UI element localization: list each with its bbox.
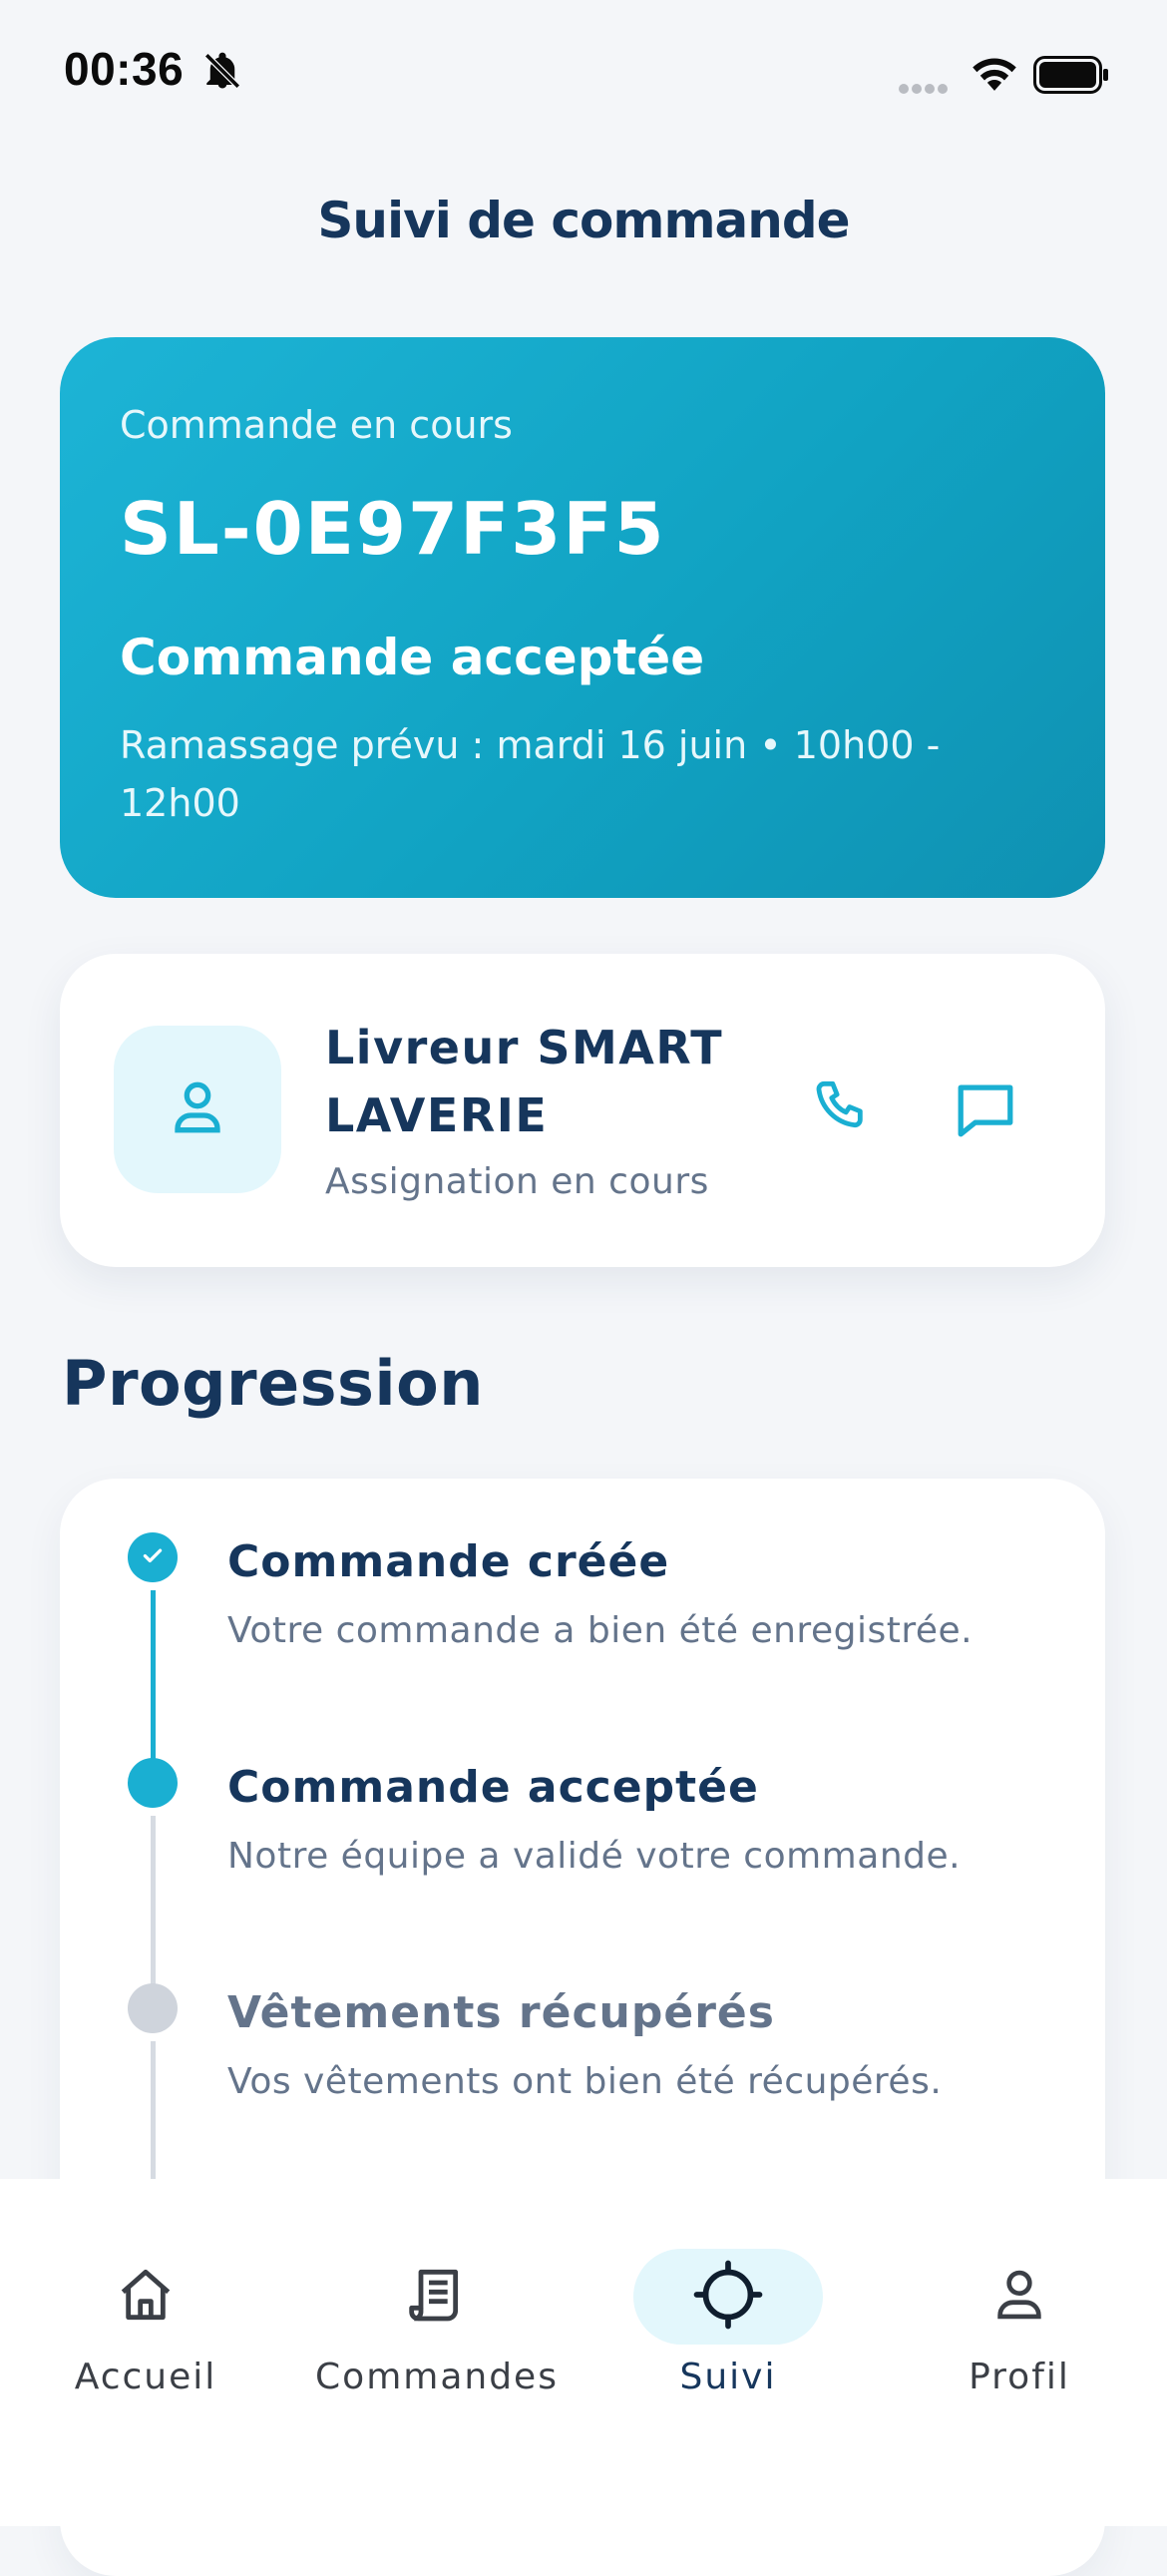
tab-suivi[interactable]: Suivi bbox=[583, 2219, 874, 2418]
person-icon bbox=[988, 2264, 1050, 2330]
tab-accueil[interactable]: Accueil bbox=[0, 2219, 291, 2418]
tab-label: Commandes bbox=[315, 2357, 559, 2397]
status-bar: 00:36 bbox=[0, 0, 1167, 150]
driver-card: Livreur SMART LAVERIE Assignation en cou… bbox=[60, 954, 1105, 1267]
step-complete-indicator bbox=[128, 1532, 178, 1582]
pickup-schedule: Ramassage prévu : mardi 16 juin • 10h00 … bbox=[120, 723, 941, 825]
tab-label: Accueil bbox=[74, 2357, 217, 2397]
status-time: 00:36 bbox=[64, 43, 185, 95]
wifi-icon bbox=[968, 52, 1021, 96]
bell-muted-icon bbox=[201, 50, 243, 96]
phone-icon bbox=[811, 1074, 875, 1142]
receipt-icon bbox=[405, 2263, 469, 2331]
crosshair-icon bbox=[692, 2259, 764, 2335]
step-pending-indicator bbox=[128, 1983, 178, 2033]
tab-commandes[interactable]: Commandes bbox=[291, 2219, 583, 2418]
tab-icon-container bbox=[633, 2249, 823, 2345]
step-description: Votre commande a bien été enregistrée. bbox=[227, 1610, 973, 1651]
progress-title: Progression bbox=[62, 1347, 484, 1420]
home-icon bbox=[114, 2263, 178, 2331]
tab-icon-container bbox=[342, 2249, 532, 2345]
order-id: SL-0E97F3F5 bbox=[120, 487, 666, 571]
check-icon bbox=[140, 1542, 166, 1572]
page-title: Suivi de commande bbox=[317, 192, 850, 249]
order-status: Commande acceptée bbox=[120, 629, 705, 686]
step-title: Commande créée bbox=[227, 1536, 670, 1587]
tab-bar: Accueil Commandes Suivi Profil bbox=[0, 2179, 1167, 2526]
signal-icon bbox=[898, 80, 950, 99]
tab-label: Suivi bbox=[679, 2357, 777, 2397]
step-connector bbox=[151, 1590, 156, 1762]
tab-icon-container bbox=[51, 2249, 240, 2345]
tab-label: Profil bbox=[969, 2357, 1070, 2397]
driver-avatar bbox=[114, 1026, 281, 1193]
driver-assignment-status: Assignation en cours bbox=[325, 1161, 709, 1202]
step-title: Vêtements récupérés bbox=[227, 1987, 775, 2038]
step-description: Vos vêtements ont bien été récupérés. bbox=[227, 2061, 943, 2102]
call-driver-button[interactable] bbox=[798, 1064, 888, 1153]
driver-name: Livreur SMART LAVERIE bbox=[325, 1021, 724, 1142]
step-connector bbox=[151, 1816, 156, 1987]
order-label: Commande en cours bbox=[120, 403, 513, 447]
battery-icon bbox=[1033, 56, 1111, 98]
message-icon bbox=[951, 1074, 1020, 1148]
person-icon bbox=[166, 1075, 229, 1143]
order-status-card: Commande en cours SL-0E97F3F5 Commande a… bbox=[60, 337, 1105, 898]
tab-profil[interactable]: Profil bbox=[874, 2219, 1165, 2418]
message-driver-button[interactable] bbox=[938, 1064, 1033, 1159]
step-description: Notre équipe a validé votre commande. bbox=[227, 1836, 962, 1877]
step-current-indicator bbox=[128, 1758, 178, 1808]
tab-icon-container bbox=[925, 2249, 1114, 2345]
step-title: Commande acceptée bbox=[227, 1762, 759, 1813]
